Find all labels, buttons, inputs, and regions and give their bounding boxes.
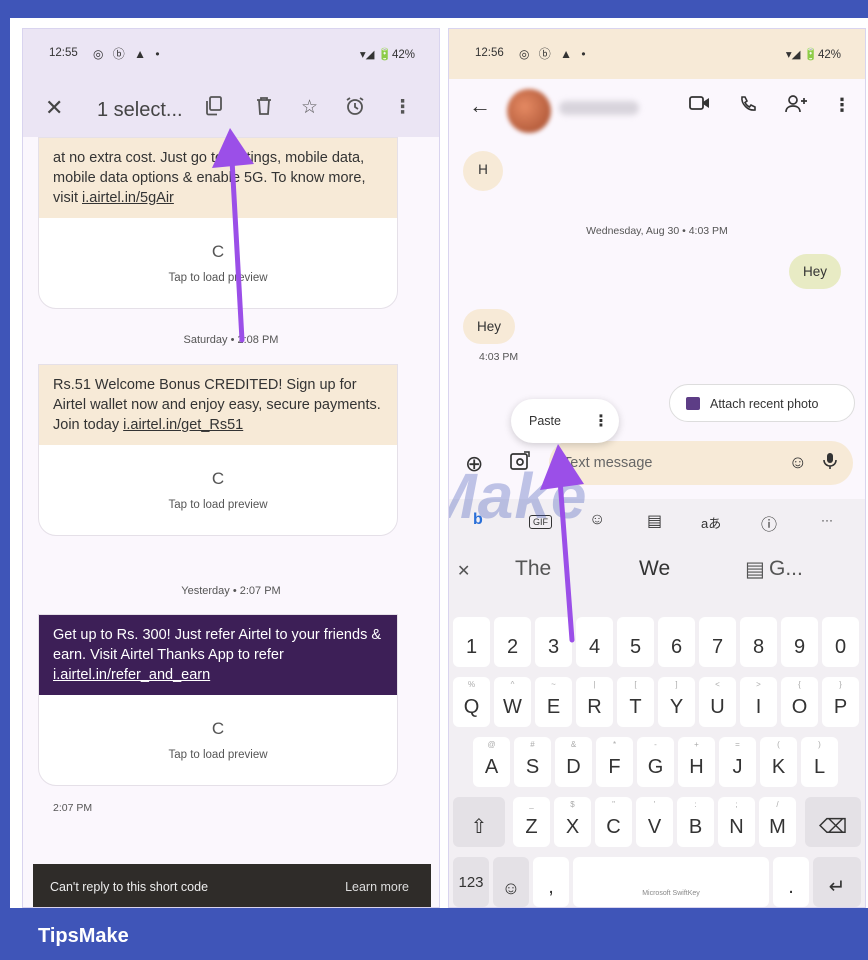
brand-name: TipsMake xyxy=(38,925,129,947)
arrow-to-paste xyxy=(540,444,584,643)
annotation-arrows xyxy=(212,128,584,643)
arrow-to-copy-icon xyxy=(212,128,254,343)
brand-footer: TipsMake xyxy=(0,908,868,960)
